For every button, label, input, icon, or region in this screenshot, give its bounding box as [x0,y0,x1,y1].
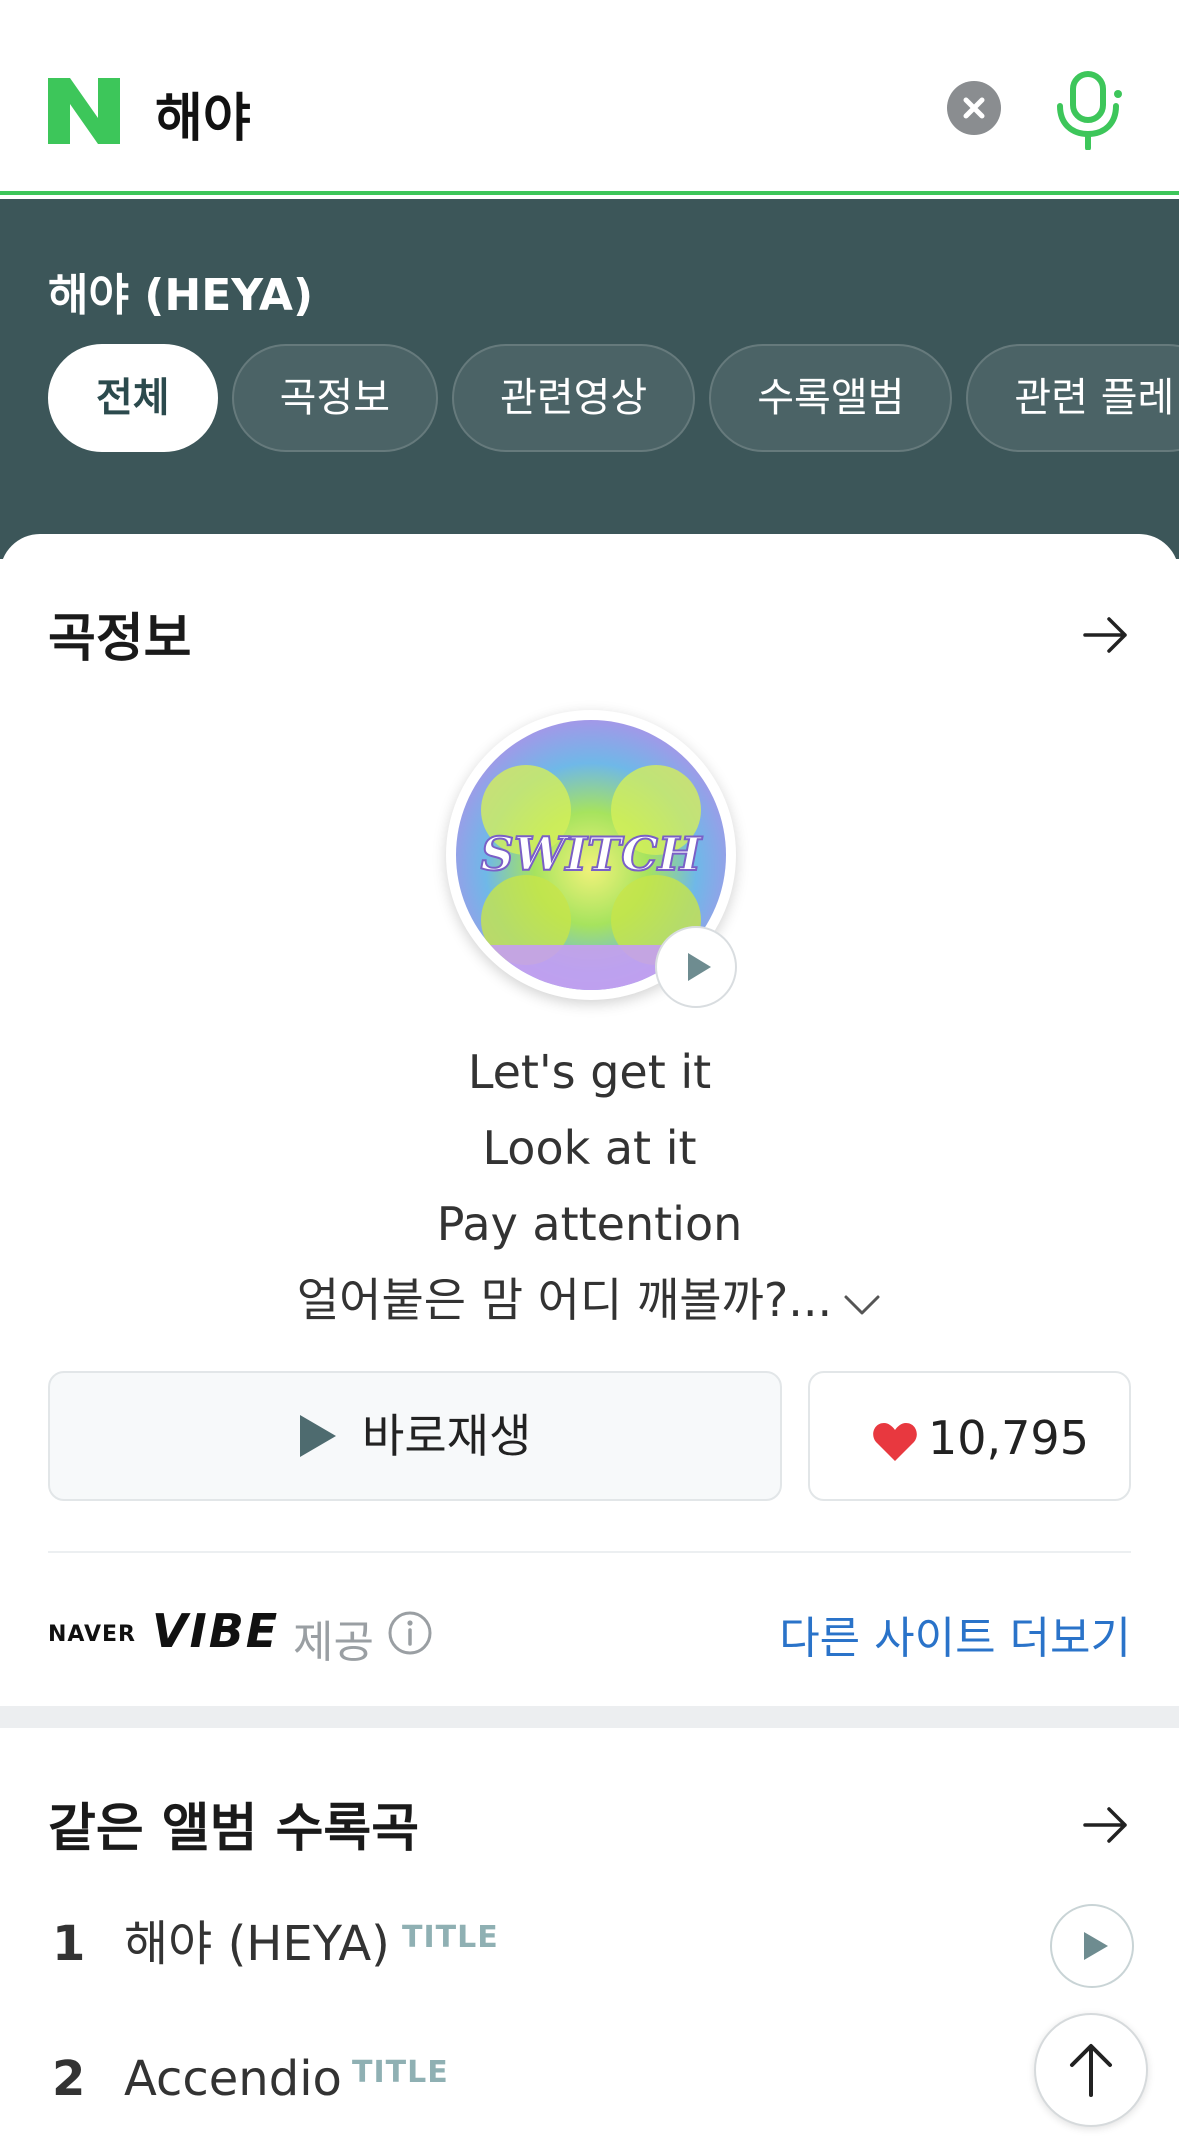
same-album-section: 같은 앨범 수록곡 1 해야 (HEYA) TITLE 2 Accendio T… [0,1728,1179,2150]
divider [48,1551,1131,1553]
tab-related-videos[interactable]: 관련영상 [452,344,696,452]
song-header: 해야 (HEYA) 전체 곡정보 관련영상 수록앨범 관련 플레 [0,199,1179,559]
track-name: 해야 (HEYA) [124,1916,390,1972]
play-icon [1084,1932,1108,1960]
play-icon [688,953,711,981]
close-icon [963,97,985,119]
tab-albums[interactable]: 수록앨범 [709,344,953,452]
track-row[interactable]: 2 Accendio TITLE [48,2039,1131,2119]
lyric-expand-row[interactable]: 얼어붙은 맘 어디 깨볼까?... [0,1262,1179,1338]
arrow-up-icon [1070,2044,1112,2097]
title-badge: TITLE [402,1920,499,1955]
arrow-right-icon[interactable] [1081,610,1131,660]
play-now-label: 바로재생 [362,1409,532,1463]
lyric-line: Look at it [482,1121,697,1175]
clear-search-button[interactable] [947,81,1001,135]
provider-label: 제공 [293,1617,374,1668]
track-name: Accendio [124,2051,342,2107]
tab-related-playlists[interactable]: 관련 플레 [966,344,1179,452]
section-separator [0,1706,1179,1728]
scroll-to-top-button[interactable] [1034,2013,1148,2127]
section-title-same-album: 같은 앨범 수록곡 [48,1799,420,1859]
tab-all[interactable]: 전체 [48,344,218,452]
search-bar: 해야 [0,0,1179,195]
search-query[interactable]: 해야 [155,76,251,151]
album-art-text: SWITCH [481,827,703,881]
arrow-right-icon[interactable] [1081,1800,1131,1850]
naver-logo-icon[interactable] [48,78,120,144]
heart-icon [873,1423,917,1461]
title-badge: TITLE [352,2055,449,2090]
like-button[interactable]: 10,795 [808,1371,1131,1501]
more-sites-link[interactable]: 다른 사이트 더보기 [779,1602,1131,1666]
lyric-line: 얼어붙은 맘 어디 깨볼까?... [296,1273,833,1327]
song-info-card: 곡정보 SWITCH Let's get it Look at it Pay a… [0,534,1179,1706]
microphone-icon[interactable] [1052,70,1124,150]
lyric-line: Pay attention [436,1197,743,1251]
section-title-song-info: 곡정보 [48,609,192,669]
vibe-wordmark[interactable]: VIBE [152,1604,279,1658]
play-now-button[interactable]: 바로재생 [48,1371,782,1501]
naver-wordmark: NAVER [48,1622,136,1647]
tab-bar: 전체 곡정보 관련영상 수록앨범 관련 플레 [48,344,1179,452]
lyrics-preview: Let's get it Look at it Pay attention 얼어… [0,1034,1179,1338]
track-play-button[interactable] [1050,1904,1134,1988]
track-number: 2 [52,2051,86,2107]
chevron-down-icon[interactable] [842,1289,882,1319]
lyric-line: Let's get it [467,1045,712,1099]
album-play-button[interactable] [655,926,737,1008]
like-count: 10,795 [928,1411,1089,1465]
track-row[interactable]: 1 해야 (HEYA) TITLE [48,1904,1131,1984]
play-icon [300,1415,336,1457]
info-icon[interactable] [387,1610,433,1656]
song-title: 해야 (HEYA) [48,270,314,321]
tab-song-info[interactable]: 곡정보 [231,344,439,452]
track-number: 1 [52,1916,86,1972]
